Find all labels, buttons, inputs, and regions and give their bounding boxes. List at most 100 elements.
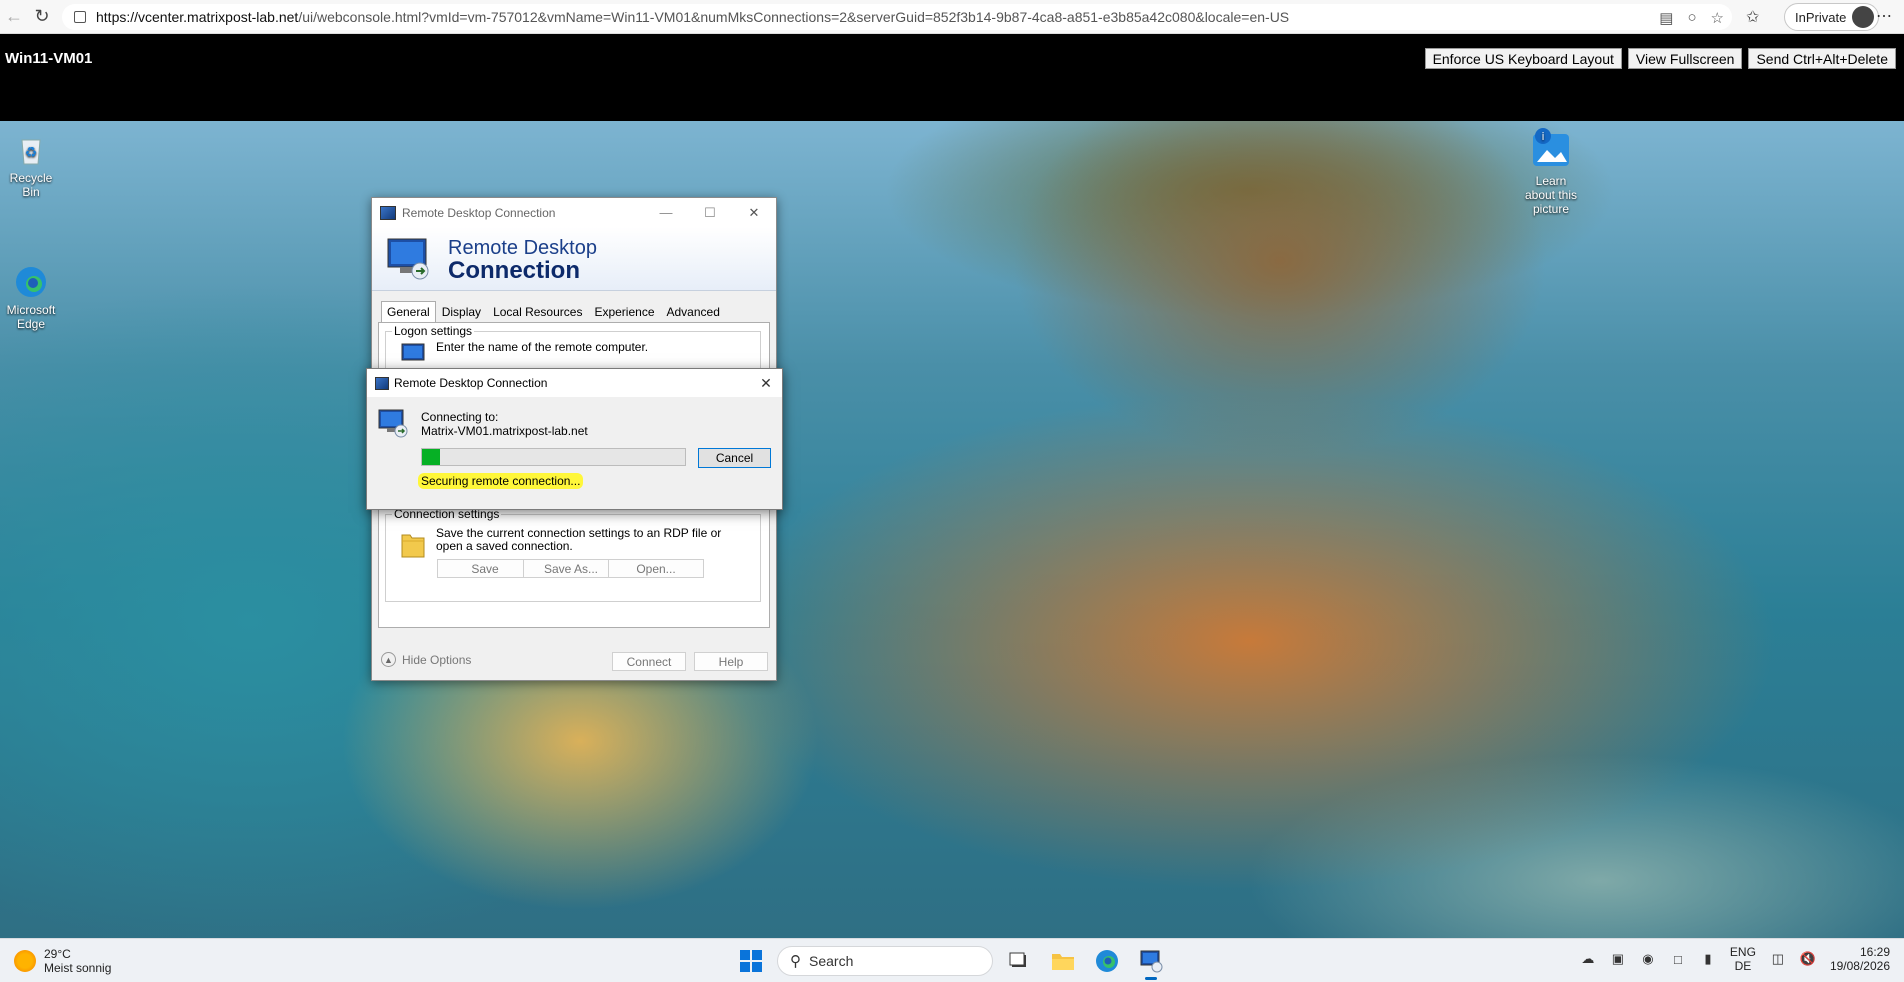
svg-text:♻: ♻ xyxy=(25,145,38,161)
save-as-button[interactable]: Save As... xyxy=(523,559,619,578)
connect-button[interactable]: Connect xyxy=(612,652,686,671)
learn-about-picture-icon: i xyxy=(1529,126,1573,170)
taskbar-search[interactable]: ⚲ Search xyxy=(777,946,993,976)
battery-icon[interactable]: ▮ xyxy=(1700,951,1716,967)
banner-line2: Connection xyxy=(448,257,580,284)
enforce-us-keyboard-button[interactable]: Enforce US Keyboard Layout xyxy=(1424,48,1622,69)
rdc-banner: Remote Desktop Connection xyxy=(372,227,776,291)
send-ctrl-alt-delete-button[interactable]: Send Ctrl+Alt+Delete xyxy=(1748,48,1896,69)
hide-options-toggle[interactable]: ▲ Hide Options xyxy=(381,652,471,667)
console-header: Win11-VM01 Enforce US Keyboard Layout Vi… xyxy=(0,34,1904,121)
minimize-icon[interactable]: — xyxy=(644,198,688,227)
favorites-icon[interactable]: ✩ xyxy=(1746,7,1759,27)
edge-icon xyxy=(14,265,48,299)
desktop-icon-learn-picture[interactable]: i Learn about this picture xyxy=(1520,126,1582,216)
svg-text:i: i xyxy=(1541,130,1544,143)
shield-icon[interactable]: ◉ xyxy=(1640,951,1656,967)
desktop-wallpaper: ♻ Recycle Bin Microsoft Edge i Learn abo… xyxy=(0,121,1904,938)
connection-settings-text: Save the current connection settings to … xyxy=(436,526,722,553)
folder-icon xyxy=(1052,954,1074,970)
clock-date: 19/08/2026 xyxy=(1829,959,1890,973)
weather-widget[interactable]: 29°C Meist sonnig xyxy=(14,947,111,975)
connecting-dialog: Remote Desktop Connection ✕ Connecting t… xyxy=(366,368,783,510)
zoom-icon[interactable]: ○ xyxy=(1687,9,1696,27)
rdc-app-icon xyxy=(380,205,396,220)
sun-icon xyxy=(14,950,36,972)
desktop-icon-label: Recycle Bin xyxy=(9,171,53,199)
rdc-monitor-icon xyxy=(387,238,429,280)
url-host: https://vcenter.matrixpost-lab.net xyxy=(96,9,299,25)
hide-options-label: Hide Options xyxy=(402,652,472,667)
view-fullscreen-button[interactable]: View Fullscreen xyxy=(1627,48,1743,69)
close-icon[interactable]: ✕ xyxy=(756,373,776,393)
favorite-star-icon[interactable]: ☆ xyxy=(1711,9,1724,27)
dialog-title: Remote Desktop Connection xyxy=(394,376,548,390)
chevron-up-icon: ▲ xyxy=(381,652,396,667)
maximize-icon[interactable]: ☐ xyxy=(688,198,732,227)
start-button[interactable] xyxy=(733,943,769,979)
tab-display[interactable]: Display xyxy=(436,301,487,323)
document-icon[interactable]: □ xyxy=(1670,951,1686,967)
more-options-icon[interactable]: ⋯ xyxy=(1876,6,1892,26)
tab-local-resources[interactable]: Local Resources xyxy=(487,301,588,323)
url-path: /ui/webconsole.html?vmId=vm-757012&vmNam… xyxy=(298,9,1290,25)
refresh-icon[interactable]: ↻ xyxy=(28,3,56,31)
logon-hint: Enter the name of the remote computer. xyxy=(436,340,649,354)
keyboard-layout: DE xyxy=(1734,959,1752,973)
tab-advanced[interactable]: Advanced xyxy=(661,301,726,323)
back-arrow-icon[interactable]: ← xyxy=(0,3,28,31)
reader-view-icon[interactable]: ▤ xyxy=(1659,9,1673,27)
recycle-bin-icon: ♻ xyxy=(14,133,48,167)
search-placeholder: Search xyxy=(809,953,854,969)
rdc-app-icon xyxy=(375,376,389,390)
computer-icon xyxy=(400,342,426,366)
file-explorer-button[interactable] xyxy=(1045,943,1081,979)
desktop-icon-label: Microsoft Edge xyxy=(6,303,56,331)
connection-progress-bar xyxy=(421,448,686,466)
rdc-titlebar: Remote Desktop Connection — ☐ ✕ xyxy=(372,198,776,227)
system-tray: ☁ ▣ ◉ □ ▮ ENG DE ◫ 🔇 16:29 19/08/2026 xyxy=(1580,945,1890,973)
connection-settings-group: Connection settings Save the current con… xyxy=(385,507,761,602)
vm-title: Win11-VM01 xyxy=(5,50,93,67)
open-button[interactable]: Open... xyxy=(608,559,704,578)
clock-time: 16:29 xyxy=(1859,945,1890,959)
network-icon[interactable]: ◫ xyxy=(1770,951,1786,967)
task-view-button[interactable] xyxy=(1001,943,1037,979)
rdc-computer-icon xyxy=(377,407,409,439)
input-language[interactable]: ENG DE xyxy=(1730,945,1756,973)
rdc-app-icon xyxy=(1140,950,1163,973)
connection-status-text: Securing remote connection... xyxy=(418,473,584,489)
dialog-titlebar: Remote Desktop Connection ✕ xyxy=(367,369,782,397)
cloud-off-icon[interactable]: ☁ xyxy=(1580,951,1596,967)
address-bar[interactable]: https://vcenter.matrixpost-lab.net/ui/we… xyxy=(62,4,1732,30)
tab-general[interactable]: General xyxy=(381,301,436,323)
save-button[interactable]: Save xyxy=(437,559,533,578)
tab-experience[interactable]: Experience xyxy=(588,301,660,323)
tray-app-icon[interactable]: ▣ xyxy=(1610,951,1626,967)
rdc-taskbar-button[interactable] xyxy=(1133,943,1169,980)
inprivate-avatar-icon xyxy=(1852,6,1875,28)
weather-condition: Meist sonnig xyxy=(44,961,112,975)
edge-icon xyxy=(1096,950,1118,972)
connecting-to-label: Connecting to: xyxy=(421,410,499,424)
progress-fill xyxy=(422,449,441,465)
desktop-icon-edge[interactable]: Microsoft Edge xyxy=(0,265,62,331)
close-icon[interactable]: ✕ xyxy=(732,198,776,227)
edge-taskbar-button[interactable] xyxy=(1089,943,1125,979)
inprivate-button[interactable]: InPrivate xyxy=(1784,3,1880,31)
volume-mute-icon[interactable]: 🔇 xyxy=(1800,951,1816,967)
lock-icon xyxy=(74,11,86,23)
weather-temperature: 29°C xyxy=(44,947,71,961)
connecting-host: Matrix-VM01.matrixpost-lab.net xyxy=(421,424,588,438)
task-view-icon xyxy=(1009,952,1026,967)
help-button[interactable]: Help xyxy=(694,652,768,671)
desktop-icon-label: Learn about this picture xyxy=(1524,174,1578,216)
logon-settings-group: Logon settings Enter the name of the rem… xyxy=(385,324,761,371)
cancel-button[interactable]: Cancel xyxy=(698,448,771,468)
clock[interactable]: 16:29 19/08/2026 xyxy=(1830,945,1890,973)
language-code: ENG xyxy=(1729,945,1756,959)
search-icon: ⚲ xyxy=(790,953,801,970)
rdc-title: Remote Desktop Connection xyxy=(402,205,556,220)
folder-icon xyxy=(400,527,426,559)
desktop-icon-recycle-bin[interactable]: ♻ Recycle Bin xyxy=(0,133,62,199)
